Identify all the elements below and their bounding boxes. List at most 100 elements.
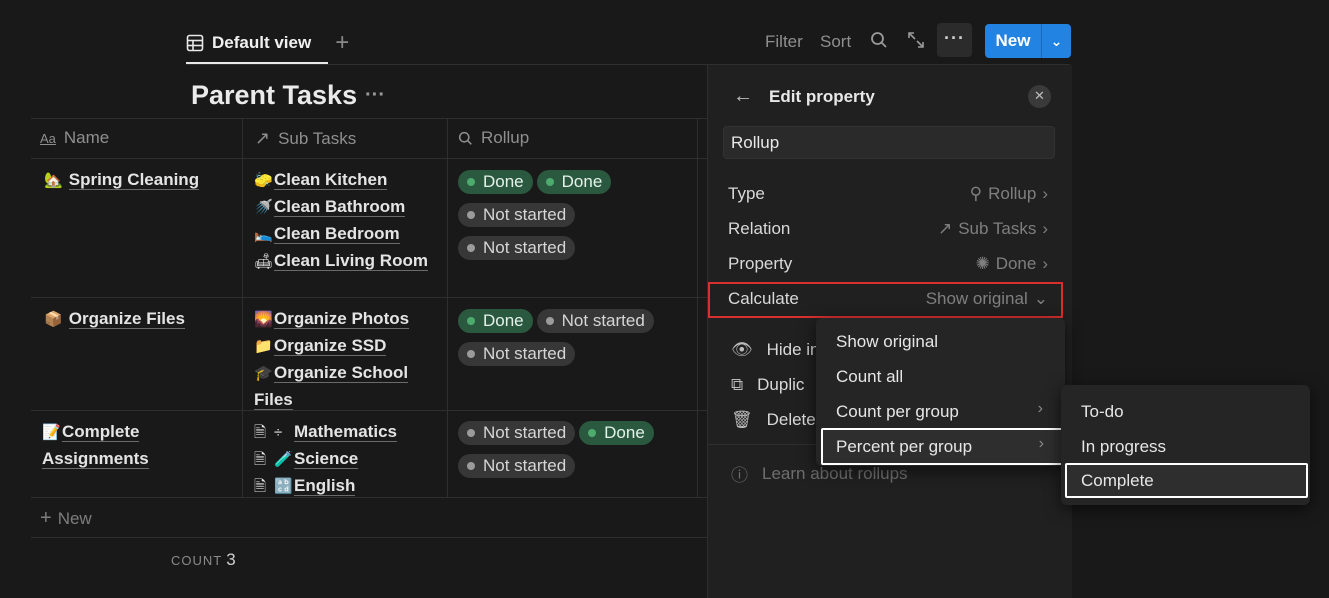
- column-header-rollup[interactable]: Rollup: [458, 128, 529, 148]
- header-bottom-border: [31, 158, 707, 159]
- status-badge: Not started: [458, 342, 576, 366]
- sub-task-link[interactable]: Organize SSD: [274, 336, 387, 356]
- add-view-icon[interactable]: +: [335, 29, 349, 57]
- sub-task-list: 🗎 ÷ Mathematics 🗎 🧪Science 🗎 🔡English: [254, 419, 434, 500]
- property-row[interactable]: Property ✺ Done ›: [728, 251, 1048, 277]
- chevron-right-icon: ›: [1042, 184, 1048, 203]
- property-name-input[interactable]: Rollup: [723, 126, 1055, 159]
- status-spinner-icon: ✺: [975, 254, 990, 273]
- status-badge: Not started: [458, 454, 576, 478]
- filter-button[interactable]: Filter: [765, 32, 803, 52]
- sub-task-link[interactable]: Clean Kitchen: [274, 170, 388, 190]
- text-type-icon: Aa: [40, 130, 56, 146]
- sub-task-link[interactable]: Clean Bathroom: [274, 197, 406, 217]
- sub-task-list: 🧽Clean Kitchen 🚿Clean Bathroom 🛌Clean Be…: [254, 167, 434, 275]
- status-badge: Not started: [458, 421, 576, 445]
- row-title[interactable]: Spring Cleaning: [68, 170, 200, 190]
- arrow-up-right-icon: ↗: [255, 128, 271, 148]
- menu-item-show-original[interactable]: Show original: [836, 332, 938, 352]
- rollup-cell[interactable]: Done Not started Not started: [458, 309, 658, 375]
- status-badge: Done: [458, 309, 533, 333]
- memo-icon: 📝: [42, 424, 61, 441]
- sponge-icon: 🧽: [254, 172, 273, 189]
- sub-task-link[interactable]: Science: [294, 449, 359, 469]
- test-tube-icon: 🧪: [274, 451, 293, 468]
- column-divider: [447, 118, 448, 497]
- menu-item-count-all[interactable]: Count all: [836, 367, 903, 387]
- help-icon: ⓘ: [731, 466, 748, 485]
- rollup-cell[interactable]: Not started Done Not started: [458, 421, 658, 487]
- footer-divider: [31, 537, 707, 538]
- bed-icon: 🛌: [254, 226, 273, 243]
- status-badge: Not started: [536, 309, 654, 333]
- house-icon: 🏡: [44, 172, 63, 189]
- title-more-icon[interactable]: ···: [365, 84, 385, 107]
- duplicate-icon: ⧉: [731, 375, 744, 394]
- chevron-down-icon: ⌄: [1033, 289, 1048, 308]
- hide-in-view-action[interactable]: 👁 Hide in: [731, 340, 820, 360]
- delete-action[interactable]: 🗑 Delete: [731, 410, 816, 430]
- couch-icon: 🛋: [254, 253, 274, 270]
- sort-button[interactable]: Sort: [820, 32, 851, 52]
- calculate-row[interactable]: Calculate Show original ⌄: [728, 286, 1048, 312]
- rollup-cell[interactable]: Done Done Not started Not started: [458, 170, 615, 269]
- eye-off-icon: 👁: [731, 340, 753, 359]
- count-value: 3: [226, 550, 236, 569]
- sub-task-link[interactable]: Clean Bedroom: [274, 224, 400, 244]
- menu-item-percent-per-group[interactable]: Percent per group ›: [821, 428, 1064, 465]
- relation-row[interactable]: Relation ↗ Sub Tasks ›: [728, 216, 1048, 242]
- plus-icon: +: [40, 507, 52, 529]
- row-divider: [31, 297, 707, 298]
- menu-item-count-per-group[interactable]: Count per group: [836, 402, 959, 422]
- chevron-right-icon: ›: [1042, 254, 1048, 273]
- column-divider: [697, 118, 698, 497]
- submenu-item-complete[interactable]: Complete: [1065, 463, 1308, 498]
- close-icon[interactable]: ✕: [1028, 85, 1051, 108]
- new-button[interactable]: New ⌄: [985, 24, 1071, 58]
- chevron-down-icon[interactable]: ⌄: [1042, 24, 1071, 58]
- table-top-border: [31, 118, 707, 119]
- sub-task-list: 🌄Organize Photos 📁Organize SSD 🎓Organize…: [254, 306, 434, 413]
- chevron-right-icon: ›: [1042, 219, 1048, 238]
- sub-task-link[interactable]: Organize Photos: [274, 309, 410, 329]
- sub-task-link[interactable]: English: [294, 476, 356, 496]
- status-badge: Done: [536, 170, 612, 194]
- chevron-right-icon: ›: [1037, 400, 1043, 417]
- chevron-right-icon: ›: [1038, 435, 1044, 452]
- search-icon: [458, 131, 472, 145]
- new-row-button[interactable]: + New: [40, 507, 92, 530]
- row-title[interactable]: Organize Files: [68, 309, 185, 329]
- table-row[interactable]: 📝Complete Assignments: [42, 419, 232, 472]
- page-icon: 🗎: [254, 451, 267, 468]
- type-row[interactable]: Type ⚲ Rollup ›: [728, 181, 1048, 207]
- table-row[interactable]: 📦 Organize Files: [44, 306, 185, 333]
- graduation-cap-icon: 🎓: [254, 365, 273, 382]
- expand-icon[interactable]: [907, 31, 925, 49]
- back-arrow-icon[interactable]: ←: [733, 85, 753, 108]
- more-options-icon[interactable]: ···: [937, 23, 972, 57]
- view-tab-default[interactable]: Default view +: [186, 22, 349, 64]
- sub-task-link[interactable]: Clean Living Room: [274, 251, 428, 271]
- sub-task-link[interactable]: Organize School Files: [254, 363, 409, 410]
- search-icon[interactable]: [870, 31, 888, 49]
- sub-task-link[interactable]: Mathematics: [294, 422, 397, 442]
- package-icon: 📦: [44, 311, 63, 328]
- table-row[interactable]: 🏡 Spring Cleaning: [44, 167, 200, 194]
- panel-title: Edit property: [769, 86, 875, 106]
- row-divider: [31, 410, 707, 411]
- page-icon: 🗎: [254, 424, 267, 441]
- panel-header: ← Edit property: [733, 85, 875, 108]
- photo-icon: 🌄: [254, 311, 273, 328]
- status-badge: Done: [579, 421, 654, 445]
- arrow-up-right-icon: ↗: [937, 219, 953, 238]
- trash-icon: 🗑: [731, 410, 753, 429]
- view-tab-label: Default view: [212, 33, 312, 52]
- column-header-name[interactable]: Aa Name: [40, 128, 109, 148]
- table-icon: [186, 34, 204, 52]
- count-footer[interactable]: COUNT 3: [171, 550, 236, 570]
- column-header-sub-tasks[interactable]: ↗ Sub Tasks: [255, 128, 356, 149]
- duplicate-action[interactable]: ⧉ Duplic: [731, 375, 804, 395]
- submenu-item-in-progress[interactable]: In progress: [1081, 437, 1166, 457]
- submenu-item-to-do[interactable]: To-do: [1081, 402, 1124, 422]
- folder-icon: 📁: [254, 338, 273, 355]
